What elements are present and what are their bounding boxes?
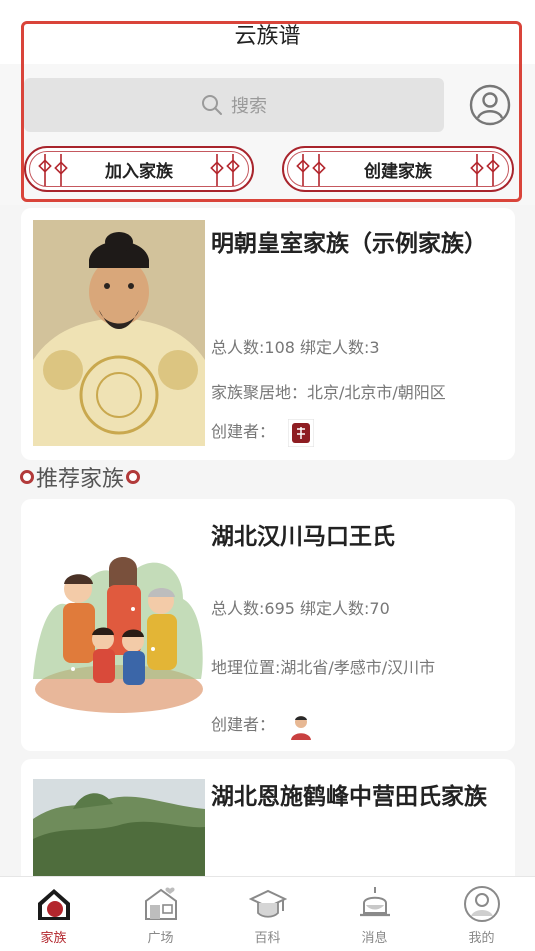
emperor-portrait-image: [33, 220, 205, 446]
chinese-knot-icon: [296, 154, 326, 186]
creator-avatar: [288, 418, 315, 447]
family-name: 明朝皇室家族（示例家族）: [211, 231, 487, 257]
creator-row: 创建者：: [211, 418, 315, 447]
nav-item-square[interactable]: 广场: [107, 877, 214, 951]
nav-label: 我的: [468, 931, 495, 946]
nav-label: 消息: [361, 931, 388, 946]
nav-item-messages[interactable]: 消息: [321, 877, 428, 951]
shop-icon: [144, 887, 177, 920]
nav-label: 百科: [254, 931, 281, 946]
search-placeholder: 搜索: [231, 96, 267, 117]
creator-row: 创建者：: [211, 711, 315, 740]
user-icon: [463, 886, 500, 922]
chinese-knot-icon: [470, 154, 500, 186]
family-illustration-image: [33, 529, 205, 719]
create-family-label: 创建家族: [364, 161, 432, 182]
nav-label: 广场: [147, 931, 174, 946]
profile-icon[interactable]: [469, 84, 511, 126]
mountain-village-image: [33, 779, 205, 879]
create-family-button[interactable]: 创建家族: [282, 146, 514, 192]
search-input[interactable]: 搜索: [24, 78, 444, 132]
creator-label: 创建者：: [211, 715, 276, 734]
chinese-knot-icon: [210, 154, 240, 186]
family-location: 家族聚居地：北京/北京市/朝阳区: [211, 383, 446, 402]
creator-avatar: [288, 711, 315, 740]
home-icon: [37, 889, 70, 920]
nav-label: 家族: [40, 931, 67, 946]
recommend-section-title: 推荐家族: [20, 462, 141, 492]
recommend-title-text: 推荐家族: [36, 467, 125, 492]
nav-item-family[interactable]: 家族: [0, 877, 107, 951]
family-card[interactable]: 湖北汉川马口王氏 总人数:695 绑定人数:70 地理位置:湖北省/孝感市/汉川…: [21, 499, 515, 751]
page-title: 云族谱: [234, 24, 301, 49]
family-name: 湖北恩施鹤峰中营田氏家族: [211, 784, 487, 810]
join-family-label: 加入家族: [105, 161, 173, 182]
chinese-knot-icon: [38, 154, 68, 186]
featured-family-card[interactable]: 明朝皇室家族（示例家族） 总人数:108 绑定人数:3 家族聚居地：北京/北京市…: [21, 208, 515, 460]
search-icon: [202, 95, 222, 115]
bottom-nav: 家族 广场 百科 消息 我的: [0, 876, 535, 951]
family-name: 湖北汉川马口王氏: [211, 524, 395, 550]
graduation-cap-icon: [248, 889, 287, 918]
nav-item-wiki[interactable]: 百科: [214, 877, 321, 951]
nav-item-mine[interactable]: 我的: [428, 877, 535, 951]
ornament-dot-icon: [126, 470, 141, 484]
title-bar: 云族谱: [0, 0, 535, 64]
ornament-dot-icon: [20, 470, 34, 484]
creator-label: 创建者：: [211, 422, 276, 441]
family-location: 地理位置:湖北省/孝感市/汉川市: [211, 658, 436, 677]
bell-icon: [359, 887, 390, 917]
join-family-button[interactable]: 加入家族: [24, 146, 254, 192]
family-stats: 总人数:108 绑定人数:3: [211, 338, 380, 357]
family-stats: 总人数:695 绑定人数:70: [211, 599, 390, 618]
header: 云族谱 搜索 加入家族 创建家族: [0, 0, 535, 205]
